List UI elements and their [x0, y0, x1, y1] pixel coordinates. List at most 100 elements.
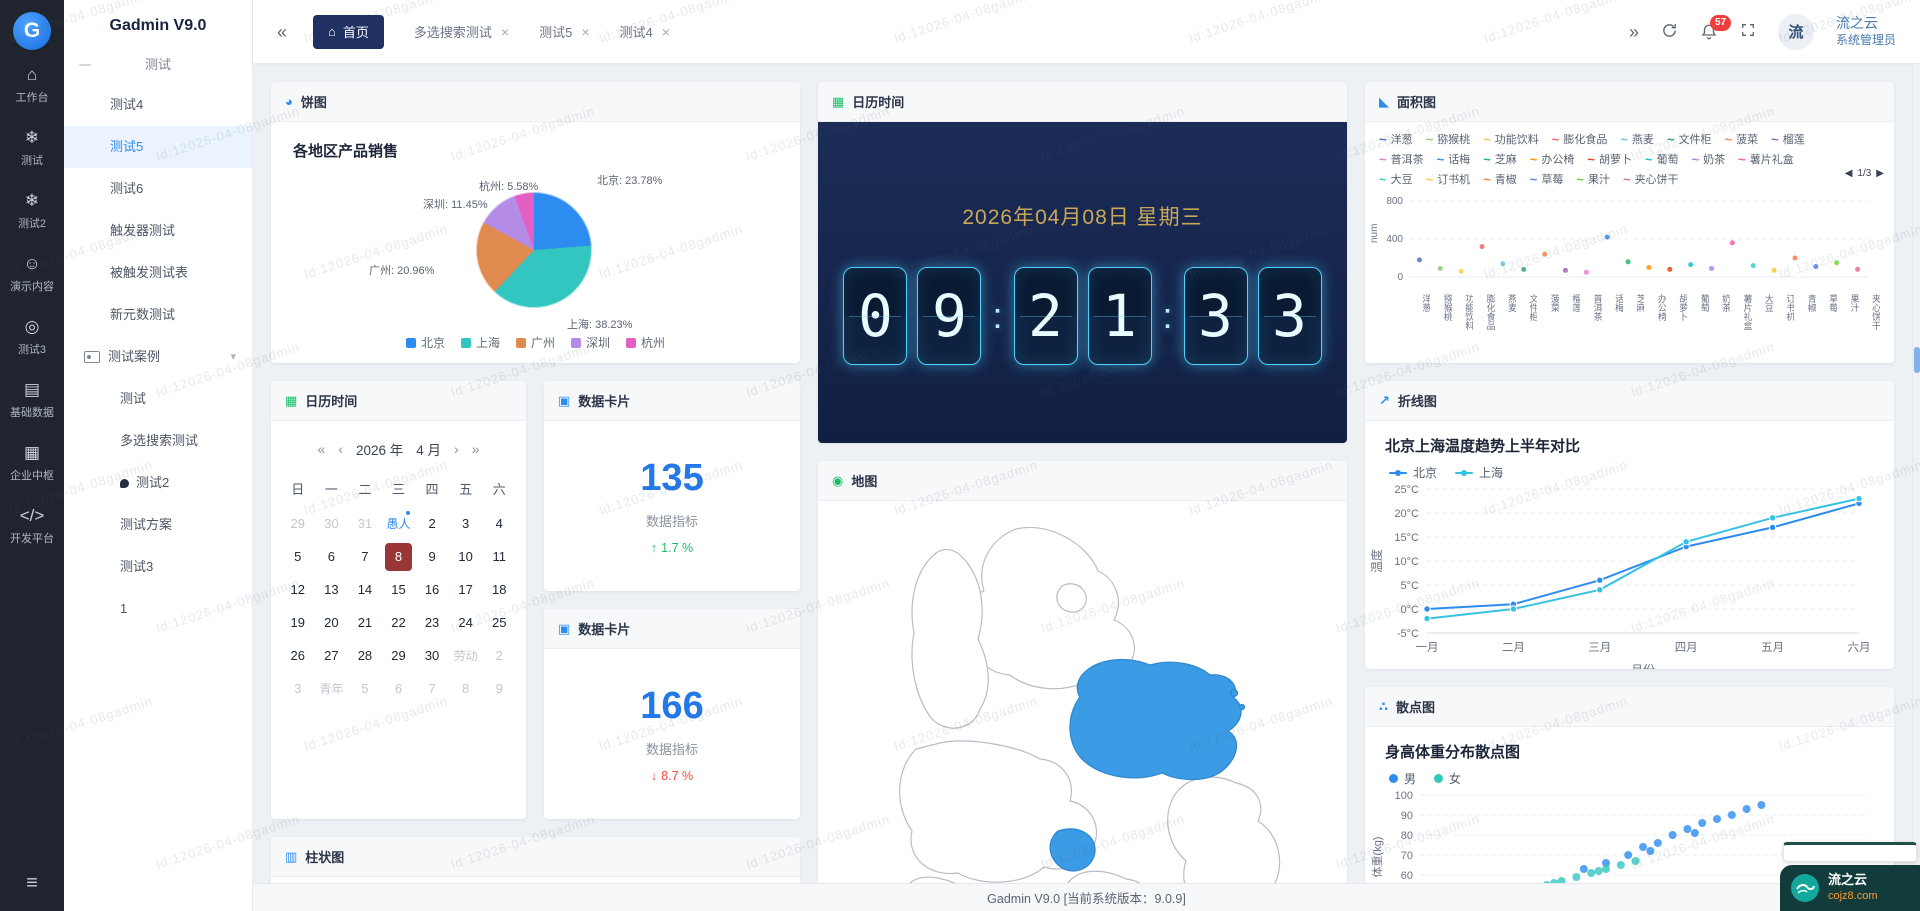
calendar-day[interactable]: 7 [348, 543, 382, 571]
rail-item-test2[interactable]: ❄测试2 [0, 180, 64, 243]
legend-item[interactable]: ~膨化食品 [1552, 131, 1608, 147]
calendar-day[interactable]: 11 [482, 543, 516, 571]
tab-测试5[interactable]: 测试5× [539, 15, 589, 49]
calendar-month-select[interactable]: 4 月 [416, 439, 441, 459]
calendar-day[interactable]: 2 [415, 510, 449, 538]
legend-item[interactable]: ~胡萝卜 [1587, 151, 1632, 167]
calendar-day[interactable]: 31 [348, 510, 382, 538]
sidebar-item-新元数测试[interactable]: 新元数测试 [64, 294, 252, 336]
legend-item[interactable]: 北京 [1389, 464, 1437, 481]
calendar-day[interactable]: 8 [385, 543, 413, 571]
app-logo[interactable]: G [13, 12, 51, 50]
calendar-day[interactable]: 24 [449, 609, 483, 637]
prev-month-icon[interactable]: ‹ [338, 441, 343, 457]
pager-prev-icon[interactable]: ◀ [1845, 168, 1853, 179]
legend-item[interactable]: 北京 [406, 334, 445, 351]
sidebar-item-测试6[interactable]: 测试6 [64, 168, 252, 210]
calendar-day[interactable]: 5 [281, 543, 315, 571]
calendar-day[interactable]: 8 [449, 675, 483, 703]
sidebar-group-label[interactable]: 测试 [64, 45, 252, 82]
chat-mini-bar[interactable] [1783, 842, 1917, 862]
legend-item[interactable]: ~夹心饼干 [1623, 171, 1679, 187]
calendar-day[interactable]: 27 [315, 642, 349, 670]
calendar-day[interactable]: 青年 [315, 675, 349, 703]
legend-item[interactable]: ~薯片礼盒 [1738, 151, 1794, 167]
calendar-day[interactable]: 17 [449, 576, 483, 604]
calendar-day[interactable]: 12 [281, 576, 315, 604]
calendar-day[interactable]: 9 [415, 543, 449, 571]
calendar-day[interactable]: 劳动 [449, 642, 483, 670]
prev-year-icon[interactable]: « [318, 441, 326, 457]
calendar-day[interactable]: 4 [482, 510, 516, 538]
calendar-day[interactable]: 30 [415, 642, 449, 670]
calendar-day[interactable]: 3 [449, 510, 483, 538]
legend-item[interactable]: ~普洱茶 [1379, 151, 1424, 167]
legend-item[interactable]: ~奶茶 [1692, 151, 1726, 167]
calendar-day[interactable]: 22 [382, 609, 416, 637]
calendar-day[interactable]: 愚人 [382, 510, 416, 538]
rail-item-test3[interactable]: ◎测试3 [0, 306, 64, 369]
user-menu[interactable]: 流之云 系统管理员 [1836, 15, 1896, 48]
legend-item[interactable]: ~洋葱 [1379, 131, 1413, 147]
page-scrollbar[interactable] [1912, 64, 1920, 883]
calendar-day[interactable]: 13 [315, 576, 349, 604]
calendar-day[interactable]: 7 [415, 675, 449, 703]
legend-item[interactable]: 上海 [461, 334, 500, 351]
chat-badge[interactable]: 流之云 cojz8.com [1780, 865, 1920, 911]
calendar-day[interactable]: 2 [482, 642, 516, 670]
tab-首页[interactable]: ⌂首页 [313, 15, 384, 49]
calendar-day[interactable]: 14 [348, 576, 382, 604]
chat-site-link[interactable]: cojz8.com [1828, 889, 1878, 903]
calendar-day[interactable]: 10 [449, 543, 483, 571]
calendar-day[interactable]: 3 [281, 675, 315, 703]
sidebar-item-测试4[interactable]: 测试4 [64, 84, 252, 126]
calendar-day[interactable]: 28 [348, 642, 382, 670]
sidebar-item-被触发测试表[interactable]: 被触发测试表 [64, 252, 252, 294]
sidebar-subitem-测试方案[interactable]: 测试方案 [64, 504, 252, 546]
calendar-day[interactable]: 16 [415, 576, 449, 604]
calendar-day[interactable]: 29 [382, 642, 416, 670]
rail-item-test[interactable]: ❄测试 [0, 117, 64, 180]
legend-item[interactable]: ~燕麦 [1620, 131, 1654, 147]
legend-item[interactable]: ~果汁 [1576, 171, 1610, 187]
legend-item[interactable]: ~订书机 [1426, 171, 1471, 187]
menu-collapse-icon[interactable]: ≡ [26, 856, 38, 911]
area-chart[interactable]: 0400800num [1365, 189, 1880, 289]
legend-item[interactable]: ~菠菜 [1725, 131, 1759, 147]
close-icon[interactable]: × [501, 24, 509, 40]
sidebar-subitem-测试[interactable]: 测试 [64, 378, 252, 420]
legend-item[interactable]: ~榴莲 [1771, 131, 1805, 147]
notifications-bell-icon[interactable]: 57 [1700, 23, 1718, 41]
calendar-day[interactable]: 6 [315, 543, 349, 571]
calendar-day[interactable]: 20 [315, 609, 349, 637]
pie-chart[interactable] [476, 192, 592, 308]
pager-next-icon[interactable]: ▶ [1876, 168, 1884, 179]
calendar-day[interactable]: 25 [482, 609, 516, 637]
sidebar-item-测试5[interactable]: 测试5 [64, 126, 252, 168]
legend-item[interactable]: ~芝麻 [1483, 151, 1517, 167]
calendar-year-select[interactable]: 2026 年 [356, 439, 403, 459]
legend-item[interactable]: ~办公椅 [1530, 151, 1575, 167]
user-avatar[interactable]: 流 [1778, 14, 1814, 50]
sidebar-item-触发器测试[interactable]: 触发器测试 [64, 210, 252, 252]
legend-item[interactable]: 上海 [1455, 464, 1503, 481]
legend-item[interactable]: ~文件柜 [1667, 131, 1712, 147]
sidebar-subitem-多选搜索测试[interactable]: 多选搜索测试 [64, 420, 252, 462]
tabs-scroll-right-icon[interactable]: » [1629, 23, 1639, 41]
calendar-day[interactable]: 6 [382, 675, 416, 703]
legend-item[interactable]: 男 [1389, 770, 1416, 787]
rail-item-dev-platform[interactable]: </>开发平台 [0, 495, 64, 558]
china-map[interactable] [818, 501, 1347, 883]
tab-多选搜索测试[interactable]: 多选搜索测试× [414, 15, 509, 49]
calendar-day[interactable]: 15 [382, 576, 416, 604]
tab-测试4[interactable]: 测试4× [620, 15, 670, 49]
legend-item[interactable]: ~葡萄 [1645, 151, 1679, 167]
calendar-day[interactable]: 29 [281, 510, 315, 538]
next-year-icon[interactable]: » [472, 441, 480, 457]
legend-item[interactable]: 深圳 [571, 334, 610, 351]
legend-item[interactable]: 杭州 [626, 334, 665, 351]
rail-item-enterprise-hub[interactable]: ▦企业中枢 [0, 432, 64, 495]
close-icon[interactable]: × [581, 24, 589, 40]
tabs-scroll-left-icon[interactable]: « [277, 23, 287, 41]
line-chart[interactable]: -5°C0°C5°C10°C15°C20°C25°C一月二月三月四月五月六月月份… [1365, 481, 1885, 669]
